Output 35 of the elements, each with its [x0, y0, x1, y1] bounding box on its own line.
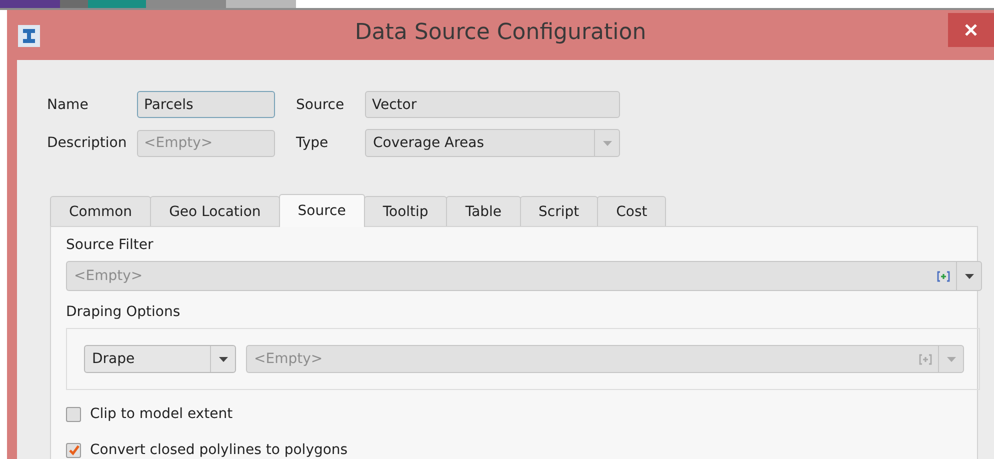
close-icon	[964, 23, 978, 37]
tab[interactable]: Common	[50, 196, 152, 226]
draping-field[interactable]: <Empty>	[246, 345, 938, 373]
close-button[interactable]	[948, 13, 994, 47]
section-label: Draping Options	[66, 304, 182, 320]
checkbox-label: Clip to model extent	[90, 406, 233, 422]
source-field[interactable]: Vector	[365, 91, 620, 118]
tab[interactable]: Script	[520, 196, 598, 226]
checkbox[interactable]	[66, 442, 81, 458]
tab[interactable]: Geo Location	[150, 196, 280, 226]
tab[interactable]: Table	[446, 196, 521, 226]
expression-icon	[919, 354, 932, 365]
type-dropdown[interactable]: Coverage Areas	[365, 129, 620, 157]
source-filter-field[interactable]: <Empty>	[66, 261, 956, 291]
field-label: Type	[296, 135, 330, 151]
app-icon	[18, 25, 40, 47]
field-label: Name	[47, 96, 90, 112]
field-label: Source	[296, 96, 346, 112]
checkbox-label: Convert closed polylines to polygons	[90, 442, 348, 458]
window-title: Data Source Configuration	[354, 20, 646, 44]
dropdown-button[interactable]	[956, 261, 982, 291]
tab[interactable]: Cost	[597, 196, 666, 226]
tab[interactable]: Source	[278, 194, 365, 227]
caret-icon	[964, 274, 974, 278]
section-label: Source Filter	[66, 237, 154, 253]
expression-icon	[937, 271, 950, 282]
description-field[interactable]: <Empty>	[137, 130, 275, 156]
field-label: Description	[47, 135, 128, 151]
caret-icon	[602, 140, 612, 146]
drape-dropdown[interactable]: Drape	[84, 345, 236, 373]
tab[interactable]: Tooltip	[364, 196, 448, 226]
caret-icon	[946, 356, 956, 362]
name-field[interactable]: Parcels	[137, 91, 275, 118]
caret-icon	[218, 356, 228, 362]
checkbox[interactable]	[66, 406, 81, 422]
